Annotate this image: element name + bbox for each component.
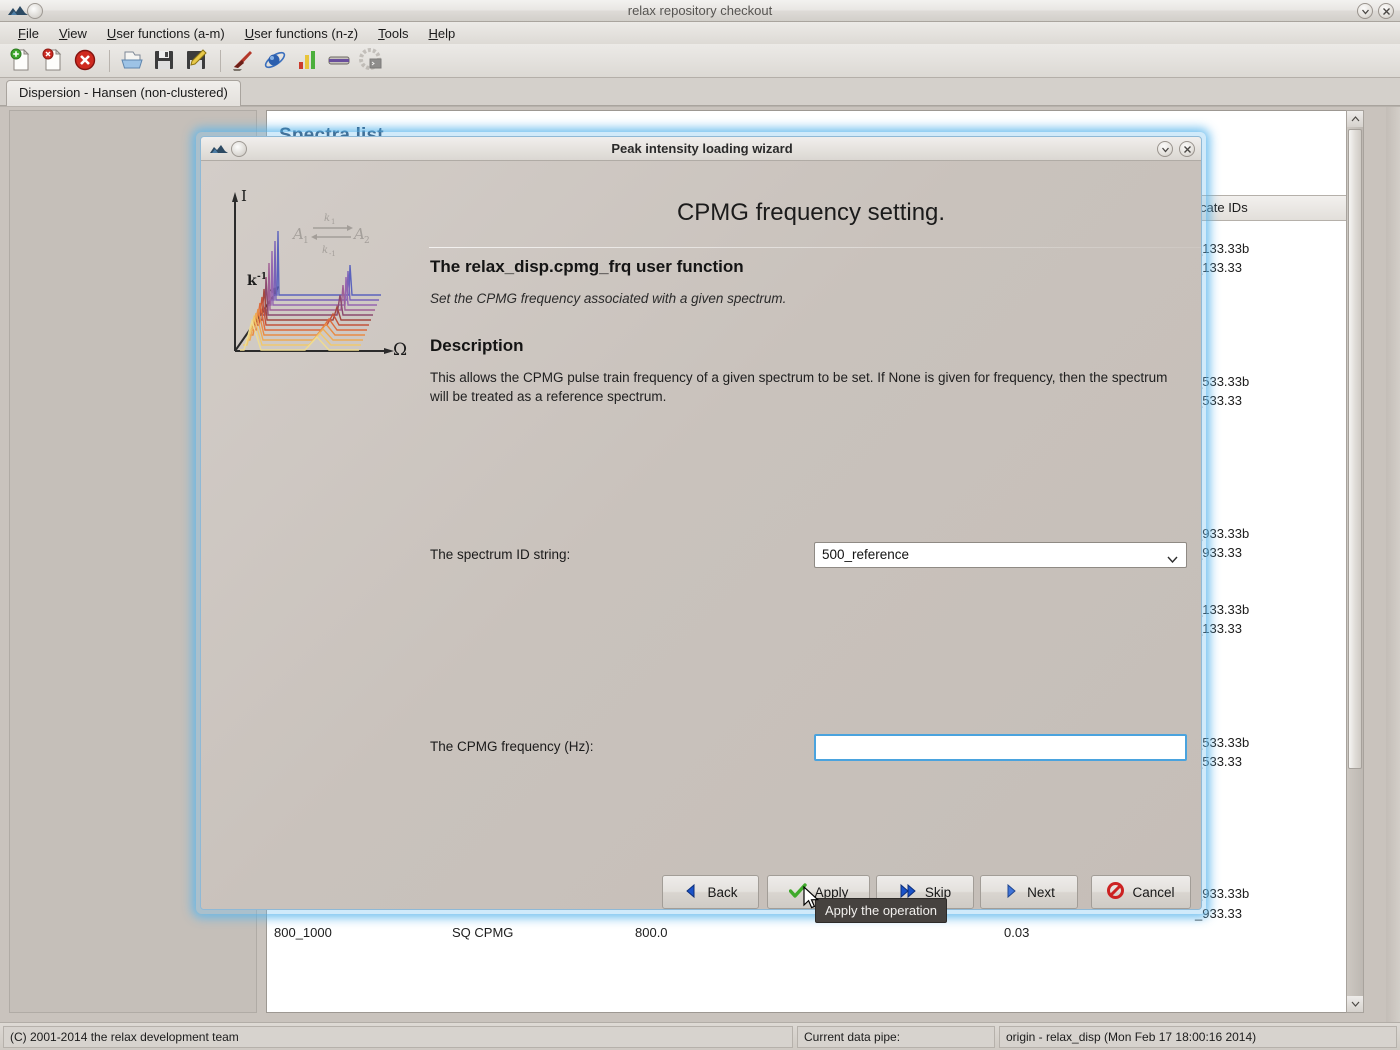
window-close-button[interactable] <box>1378 3 1394 19</box>
toolbar <box>0 44 1400 78</box>
spectrum-id-select[interactable]: 500_reference <box>814 542 1187 568</box>
peak-intensity-loading-wizard: Peak intensity loading wizard <box>200 136 1202 910</box>
svg-text:-1: -1 <box>329 250 336 258</box>
table-cell-experiment: SQ CPMG <box>452 925 513 940</box>
close-all-analyses-icon[interactable] <box>72 47 100 75</box>
statusbar-pipe-value: origin - relax_disp (Mon Feb 17 18:00:16… <box>999 1026 1397 1048</box>
cpmg-frequency-input[interactable] <box>814 734 1187 761</box>
data-pipe-editor-icon[interactable] <box>326 47 354 75</box>
menu-view[interactable]: View <box>51 24 95 43</box>
content-right-edge <box>1386 107 1400 1023</box>
wizard-description-heading: Description <box>430 336 524 356</box>
scroll-up-arrow-icon[interactable] <box>1347 111 1363 127</box>
run-script-icon[interactable] <box>230 47 258 75</box>
analysis-tabstrip: Dispersion - Hansen (non-clustered) <box>0 78 1400 106</box>
wizard-body: I k -1 Ω A 1 A 2 k 1 k -1 <box>201 161 1202 910</box>
window-titlebar: relax repository checkout <box>0 0 1400 22</box>
scroll-thumb[interactable] <box>1348 129 1362 769</box>
wizard-description-body: This allows the CPMG pulse train frequen… <box>430 368 1170 406</box>
svg-text:1: 1 <box>331 218 335 226</box>
window-minimize-button[interactable] <box>1357 3 1373 19</box>
chevron-down-icon <box>1167 551 1178 566</box>
wizard-titlebar: Peak intensity loading wizard <box>201 137 1202 161</box>
menu-user-functions-am[interactable]: User functions (a-m) <box>99 24 233 43</box>
scroll-down-arrow-icon[interactable] <box>1347 996 1363 1012</box>
toolbar-separator <box>109 50 110 72</box>
spectrum-id-field-row: The spectrum ID string: 500_reference <box>201 542 1202 572</box>
tab-dispersion-hansen[interactable]: Dispersion - Hansen (non-clustered) <box>6 80 241 106</box>
svg-text:1: 1 <box>303 236 309 246</box>
mouse-cursor <box>803 886 820 914</box>
svg-text:k: k <box>324 213 330 224</box>
wizard-close-button[interactable] <box>1179 141 1195 157</box>
statusbar: (C) 2001-2014 the relax development team… <box>0 1022 1400 1050</box>
close-analysis-icon[interactable] <box>40 47 68 75</box>
results-viewer-icon[interactable] <box>294 47 322 75</box>
svg-text:k: k <box>322 245 328 256</box>
wizard-button-bar: Back Apply Skip <box>201 875 1202 910</box>
cpmg-frequency-field-row: The CPMG frequency (Hz): <box>201 734 1202 764</box>
menu-tools[interactable]: Tools <box>370 24 416 43</box>
cancel-button-label: Cancel <box>1132 885 1174 900</box>
toolbar-separator <box>220 50 221 72</box>
spectrum-id-label: The spectrum ID string: <box>430 547 570 562</box>
svg-text:k: k <box>247 273 257 289</box>
svg-text:Ω: Ω <box>393 340 407 360</box>
menu-help[interactable]: Help <box>420 24 463 43</box>
wizard-divider <box>429 247 1202 248</box>
cancel-button[interactable]: Cancel <box>1091 875 1191 909</box>
statusbar-pipe-label: Current data pipe: <box>797 1026 995 1048</box>
menu-user-functions-nz[interactable]: User functions (n-z) <box>237 24 366 43</box>
arrow-right-icon <box>1003 883 1019 902</box>
svg-text:2: 2 <box>364 236 370 246</box>
wizard-title: Peak intensity loading wizard <box>201 141 1202 156</box>
spectrum-id-value: 500_reference <box>822 547 909 562</box>
wizard-function-title: The relax_disp.cpmg_frq user function <box>430 257 744 277</box>
wizard-function-summary: Set the CPMG frequency associated with a… <box>430 291 786 306</box>
next-button-label: Next <box>1027 885 1055 900</box>
back-button[interactable]: Back <box>662 875 759 909</box>
arrow-left-icon <box>683 883 699 902</box>
new-analysis-icon[interactable] <box>8 47 36 75</box>
prompt-console-icon[interactable] <box>358 47 386 75</box>
statusbar-copyright: (C) 2001-2014 the relax development team <box>3 1026 793 1048</box>
menubar: FFileile View User functions (a-m) User … <box>0 22 1400 44</box>
cancel-icon <box>1107 882 1124 902</box>
spectra-list-scrollbar[interactable] <box>1346 110 1364 1013</box>
spin-viewer-icon[interactable] <box>262 47 290 75</box>
save-state-icon[interactable] <box>151 47 179 75</box>
open-state-icon[interactable] <box>119 47 147 75</box>
cpmg-dispersion-graphic: I k -1 Ω A 1 A 2 k 1 k -1 <box>221 183 411 373</box>
table-cell-relax-time: 0.03 <box>1004 925 1029 940</box>
back-button-label: Back <box>707 885 737 900</box>
cpmg-frequency-label: The CPMG frequency (Hz): <box>430 739 594 754</box>
apply-button-tooltip: Apply the operation <box>815 898 947 923</box>
menu-file[interactable]: FFileile <box>10 24 47 43</box>
table-cell-spectrum-id: 800_1000 <box>274 925 332 940</box>
window-title: relax repository checkout <box>0 3 1400 18</box>
table-cell-field-strength: 800.0 <box>635 925 668 940</box>
wizard-minimize-button[interactable] <box>1157 141 1173 157</box>
save-state-as-icon[interactable] <box>183 47 211 75</box>
next-button[interactable]: Next <box>980 875 1078 909</box>
wizard-page-heading: CPMG frequency setting. <box>431 199 1191 227</box>
svg-text:I: I <box>241 187 247 205</box>
